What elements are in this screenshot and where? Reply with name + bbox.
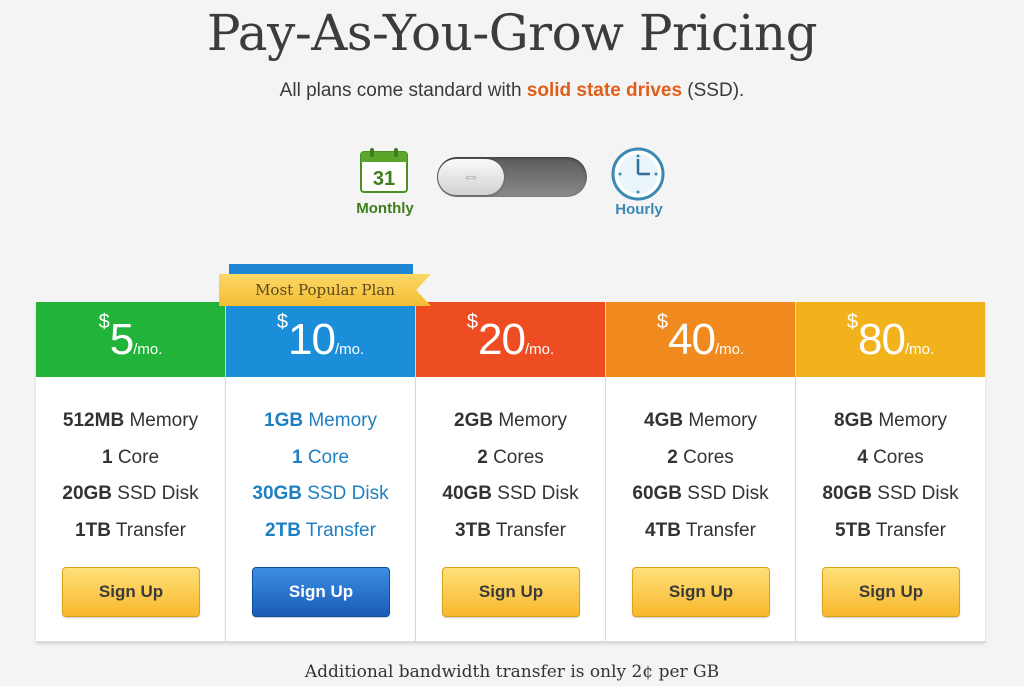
feature-transfer: 2TB Transfer <box>265 519 376 541</box>
feature-disk: 30GB SSD Disk <box>252 483 389 504</box>
currency-symbol: $ <box>276 311 288 333</box>
price-amount: 10 <box>287 315 336 364</box>
feature-memory: 8GB Memory <box>834 410 947 431</box>
price-period: /mo. <box>133 341 163 358</box>
feature-memory: 2GB Memory <box>454 410 567 431</box>
currency-symbol: $ <box>98 311 110 333</box>
feature-memory: 4GB Memory <box>644 410 757 431</box>
plan-features: 4GB Memory 2 Cores 60GB SSD Disk 4TB Tra… <box>606 377 795 549</box>
feature-memory: 1GB Memory <box>264 410 377 431</box>
feature-transfer: 4TB Transfer <box>645 519 756 541</box>
subtitle-suffix: (SSD). <box>682 80 745 101</box>
plan-price-header: $10/mo. <box>226 302 415 377</box>
feature-transfer: 5TB Transfer <box>835 519 946 541</box>
currency-symbol: $ <box>846 311 858 333</box>
feature-cores: 1 Core <box>291 446 350 468</box>
plan-price-header: $20/mo. <box>416 302 605 377</box>
clock-icon[interactable] <box>611 147 665 201</box>
plan-card-10: $10/mo. 1GB Memory 1 Core 30GB SSD Disk … <box>226 302 416 642</box>
sign-up-button[interactable]: Sign Up <box>632 567 770 617</box>
price-period: /mo. <box>524 341 555 358</box>
monthly-label[interactable]: Monthly <box>350 200 420 217</box>
sign-up-button[interactable]: Sign Up <box>252 567 390 617</box>
feature-disk: 40GB SSD Disk <box>442 483 579 504</box>
billing-toggle[interactable]: ⇔ <box>437 157 587 197</box>
plan-card-5: $5/mo. 512MB Memory 1 Core 20GB SSD Disk… <box>36 302 226 642</box>
feature-transfer: 1TB Transfer <box>75 519 186 541</box>
price-period: /mo. <box>714 341 745 358</box>
calendar-icon[interactable]: 31 <box>360 147 408 193</box>
price-amount: 20 <box>477 315 526 364</box>
feature-cores: 2 Cores <box>667 446 734 468</box>
plan-features: 2GB Memory 2 Cores 40GB SSD Disk 3TB Tra… <box>416 377 605 549</box>
plan-price-header: $80/mo. <box>796 302 985 377</box>
price-amount: 5 <box>109 315 135 364</box>
svg-text:31: 31 <box>373 168 395 190</box>
plan-card-40: $40/mo. 4GB Memory 2 Cores 60GB SSD Disk… <box>606 302 796 642</box>
price-amount: 40 <box>667 315 716 364</box>
price-amount: 80 <box>857 315 906 364</box>
feature-disk: 20GB SSD Disk <box>62 483 199 504</box>
feature-cores: 1 Core <box>101 446 160 468</box>
pricing-table: $5/mo. 512MB Memory 1 Core 20GB SSD Disk… <box>36 302 986 642</box>
feature-cores: 4 Cores <box>857 446 924 468</box>
hourly-label[interactable]: Hourly <box>604 201 674 218</box>
currency-symbol: $ <box>466 311 478 333</box>
plan-features: 512MB Memory 1 Core 20GB SSD Disk 1TB Tr… <box>36 377 225 549</box>
sign-up-button[interactable]: Sign Up <box>822 567 960 617</box>
plan-price-header: $40/mo. <box>606 302 795 377</box>
subtitle-text: All plans come standard with <box>279 80 527 101</box>
price-period: /mo. <box>334 341 365 358</box>
subtitle-highlight: solid state drives <box>526 80 683 101</box>
feature-disk: 80GB SSD Disk <box>822 483 959 504</box>
most-popular-ribbon: Most Popular Plan <box>219 274 431 306</box>
sign-up-button[interactable]: Sign Up <box>442 567 580 617</box>
price-period: /mo. <box>904 341 935 358</box>
feature-memory: 512MB Memory <box>62 410 199 431</box>
plan-features: 1GB Memory 1 Core 30GB SSD Disk 2TB Tran… <box>226 377 415 549</box>
plan-features: 8GB Memory 4 Cores 80GB SSD Disk 5TB Tra… <box>796 377 985 549</box>
divider <box>36 641 986 643</box>
feature-disk: 60GB SSD Disk <box>632 483 769 504</box>
bandwidth-note: Additional bandwidth transfer is only 2¢… <box>304 662 720 682</box>
feature-cores: 2 Cores <box>477 446 544 468</box>
plan-price-header: $5/mo. <box>36 302 225 377</box>
currency-symbol: $ <box>656 311 668 333</box>
sign-up-button[interactable]: Sign Up <box>62 567 200 617</box>
page-title: Pay-As-You-Grow Pricing <box>206 4 818 62</box>
page-subtitle: All plans come standard with solid state… <box>0 80 1024 102</box>
toggle-knob[interactable]: ⇔ <box>438 159 504 195</box>
plan-card-20: $20/mo. 2GB Memory 2 Cores 40GB SSD Disk… <box>416 302 606 642</box>
feature-transfer: 3TB Transfer <box>455 519 566 541</box>
plan-card-80: $80/mo. 8GB Memory 4 Cores 80GB SSD Disk… <box>796 302 985 642</box>
